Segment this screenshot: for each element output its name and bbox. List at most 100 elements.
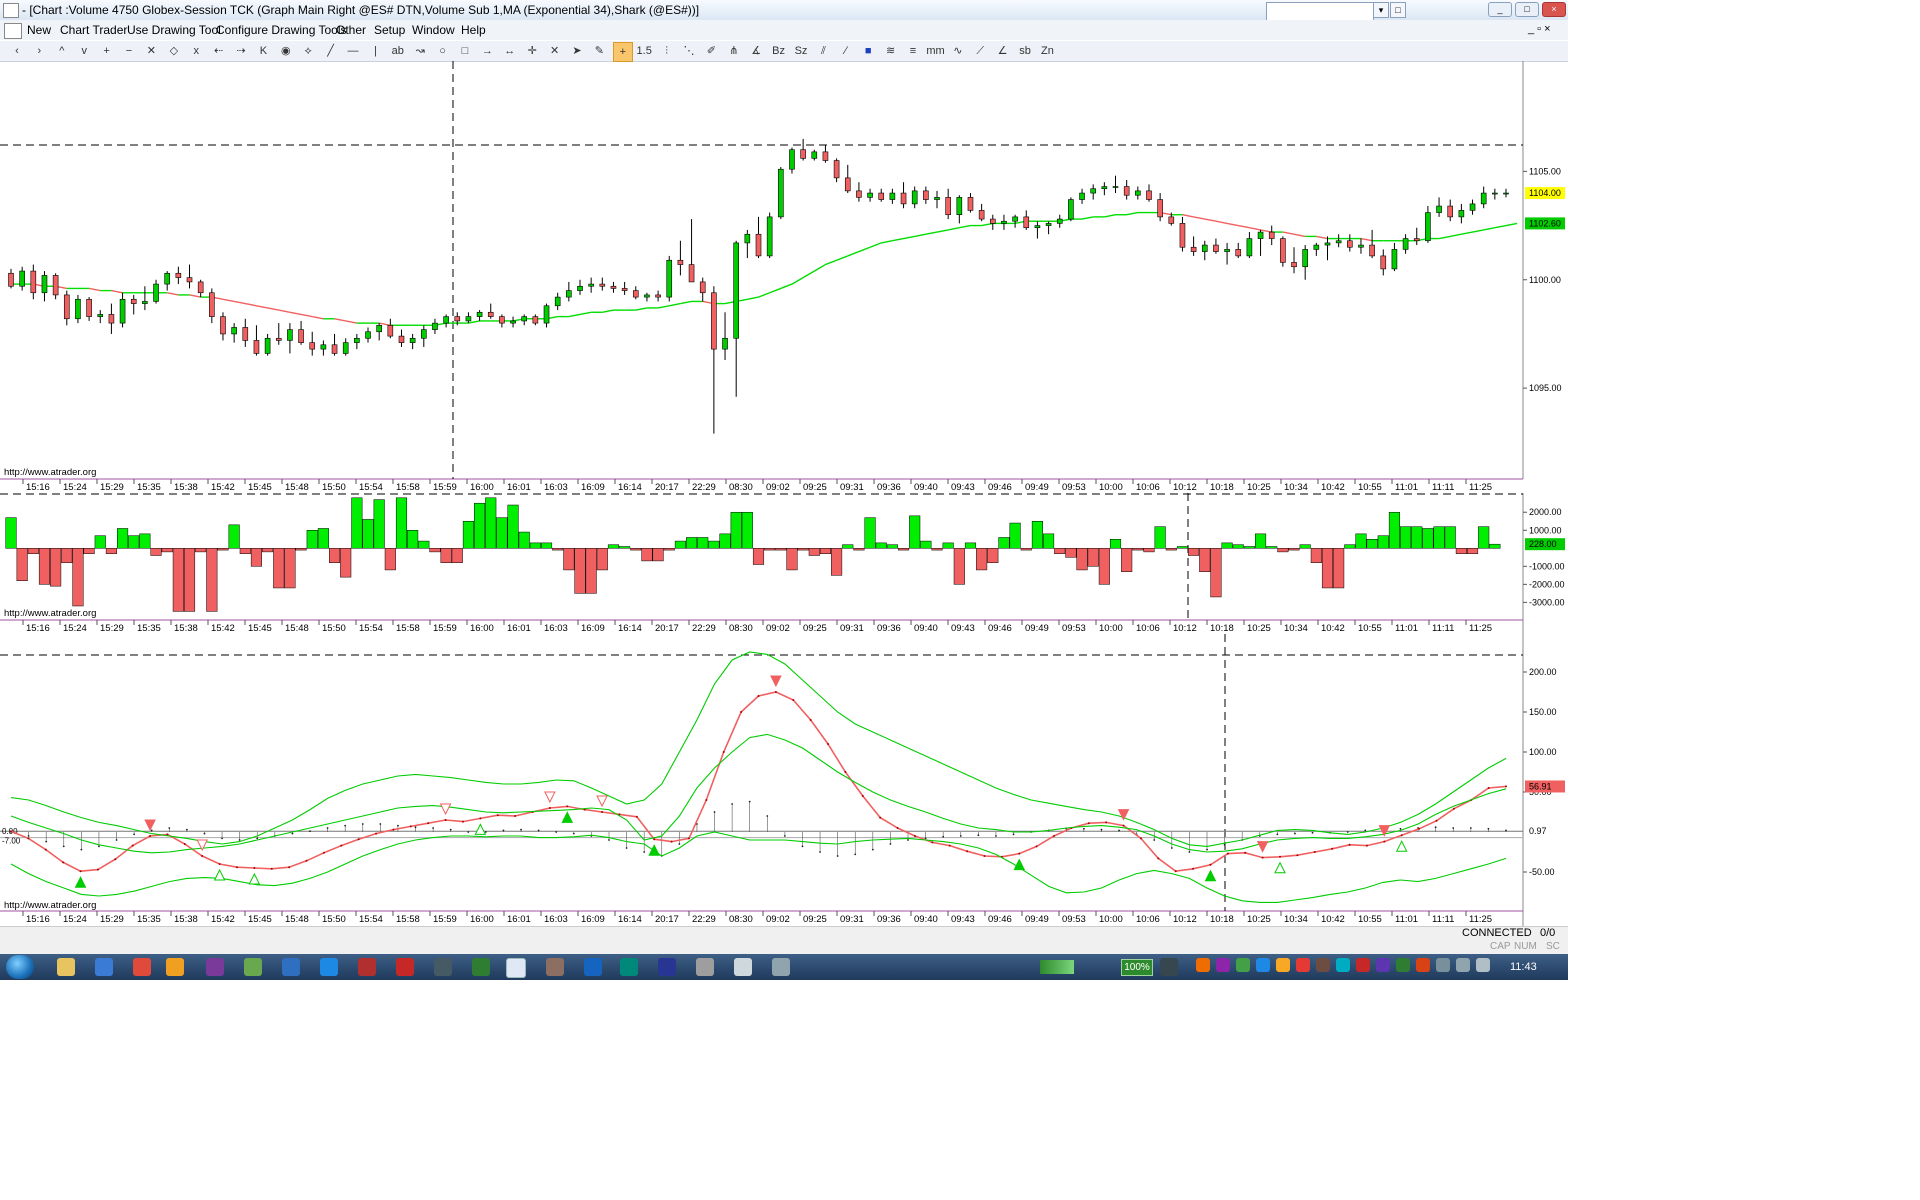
menu-help[interactable]: Help [461, 23, 486, 37]
cycle-icon[interactable]: ∿ [949, 42, 967, 60]
app-icon-19[interactable] [734, 958, 752, 976]
regression-icon[interactable]: ∕ [837, 42, 855, 60]
fib-fan-icon[interactable]: ⋱ [680, 42, 698, 60]
tray-icon-1[interactable] [1160, 958, 1178, 976]
tray-icon-5[interactable] [1256, 958, 1270, 972]
network-icon[interactable] [1456, 958, 1470, 972]
minus-icon[interactable]: − [120, 42, 138, 60]
tray-icon-3[interactable] [1216, 958, 1230, 972]
ie-icon[interactable] [95, 958, 113, 976]
chart-icon[interactable] [4, 23, 22, 39]
restore-icon[interactable]: _ ▫ × [1528, 23, 1551, 35]
menu-use-drawing-tool[interactable]: Use Drawing Tool [127, 23, 221, 37]
tray-icon-4[interactable] [1236, 958, 1250, 972]
cross-icon[interactable]: ✕ [142, 42, 160, 60]
start-button[interactable] [6, 955, 34, 979]
app-icon-11[interactable] [434, 958, 452, 976]
app-icon-12[interactable] [472, 958, 490, 976]
gann-icon[interactable]: ∡ [747, 42, 765, 60]
cursor-cross-icon[interactable]: ✛ [523, 42, 541, 60]
app-icon-18[interactable] [696, 958, 714, 976]
chart-app-icon[interactable] [506, 958, 526, 978]
fib-icon[interactable]: ⫶ [658, 42, 676, 60]
plus-icon[interactable]: + [98, 42, 116, 60]
app-icon-7[interactable] [282, 958, 300, 976]
double-arrow-icon[interactable]: ↔ [501, 42, 519, 60]
pitchfork-icon[interactable]: ⋔ [725, 42, 743, 60]
mm-icon[interactable]: mm [926, 42, 944, 60]
hline-icon[interactable]: — [344, 42, 362, 60]
app-icon-14[interactable] [546, 958, 564, 976]
chrome-icon[interactable] [133, 958, 151, 976]
app-icon-17[interactable] [658, 958, 676, 976]
volume-icon[interactable] [1476, 958, 1490, 972]
k-icon[interactable]: K [254, 42, 272, 60]
app-icon-20[interactable] [772, 958, 790, 976]
vline-icon[interactable]: | [366, 42, 384, 60]
trough-icon[interactable]: v [75, 42, 93, 60]
app-icon-10[interactable] [396, 958, 414, 976]
app-icon-6[interactable] [244, 958, 262, 976]
app-icon-8[interactable] [320, 958, 338, 976]
tray-icon-7[interactable] [1296, 958, 1310, 972]
close-button[interactable]: × [1542, 2, 1566, 17]
tray-icon-10[interactable] [1356, 958, 1370, 972]
x-icon[interactable]: x [187, 42, 205, 60]
speed-icon[interactable]: ⟋ [971, 42, 989, 60]
circle-icon[interactable]: ◉ [277, 42, 295, 60]
bracket-icon[interactable]: ⟡ [299, 42, 317, 60]
zn-icon[interactable]: Zn [1038, 42, 1056, 60]
dropdown-icon[interactable]: ▾ [1373, 2, 1389, 18]
tray-icon-2[interactable] [1196, 958, 1210, 972]
arrow-left-icon[interactable]: ‹ [8, 42, 26, 60]
pointer-icon[interactable]: ➤ [568, 42, 586, 60]
color-icon[interactable]: ■ [859, 42, 877, 60]
tray-icon-14[interactable] [1436, 958, 1450, 972]
andrews-icon[interactable]: ≡ [904, 42, 922, 60]
explorer-icon[interactable] [57, 958, 75, 976]
left-arrow-icon[interactable]: ⇠ [210, 42, 228, 60]
menu-new[interactable]: New [27, 23, 51, 37]
tray-icon-6[interactable] [1276, 958, 1290, 972]
app-icon-15[interactable] [584, 958, 602, 976]
angle-icon[interactable]: ∠ [994, 42, 1012, 60]
tray-icon-12[interactable] [1396, 958, 1410, 972]
app-icon-16[interactable] [620, 958, 638, 976]
line-icon[interactable]: ╱ [322, 42, 340, 60]
chart-area[interactable]: 15:16 15:24 15:29 15:35 15:38 15:42 15:45 15:48… [0, 61, 1568, 926]
menu-window[interactable]: Window [412, 23, 455, 37]
tray-icon-9[interactable] [1336, 958, 1350, 972]
peak-icon[interactable]: ^ [53, 42, 71, 60]
right-arrow-icon[interactable]: ⇢ [232, 42, 250, 60]
menu-chart-trader[interactable]: Chart Trader [60, 23, 127, 37]
scale-icon[interactable]: 1.5 [635, 42, 653, 60]
tray-icon-11[interactable] [1376, 958, 1390, 972]
square-icon[interactable]: □ [1390, 2, 1406, 18]
text-icon[interactable]: ab [389, 42, 407, 60]
ellipse-icon[interactable]: ○ [434, 42, 452, 60]
menu-setup[interactable]: Setup [374, 23, 405, 37]
tray-icon-13[interactable] [1416, 958, 1430, 972]
diamond-icon[interactable]: ◇ [165, 42, 183, 60]
wave-icon[interactable]: ≋ [882, 42, 900, 60]
arrow-right-icon[interactable]: › [30, 42, 48, 60]
pencil-icon[interactable]: ✎ [590, 42, 608, 60]
menu-configure-drawing-tools[interactable]: Configure Drawing Tools [216, 23, 347, 37]
arrow-icon[interactable]: → [478, 42, 496, 60]
app-icon-5[interactable] [206, 958, 224, 976]
outlook-icon[interactable] [166, 958, 184, 976]
zoom-indicator[interactable]: 100% [1121, 959, 1153, 976]
rectangle-icon[interactable]: □ [456, 42, 474, 60]
app-icon-9[interactable] [358, 958, 376, 976]
freehand-icon[interactable]: ↝ [411, 42, 429, 60]
tray-icon-8[interactable] [1316, 958, 1330, 972]
delete-icon[interactable]: ✕ [546, 42, 564, 60]
paint-icon[interactable]: ✐ [702, 42, 720, 60]
bz-icon[interactable]: Bz [770, 42, 788, 60]
channel-icon[interactable]: ⫽ [814, 42, 832, 60]
sz-icon[interactable]: Sz [792, 42, 810, 60]
symbol-input[interactable] [1266, 2, 1374, 21]
maximize-button[interactable]: □ [1515, 2, 1539, 17]
minimize-button[interactable]: _ [1488, 2, 1512, 17]
sb-icon[interactable]: sb [1016, 42, 1034, 60]
